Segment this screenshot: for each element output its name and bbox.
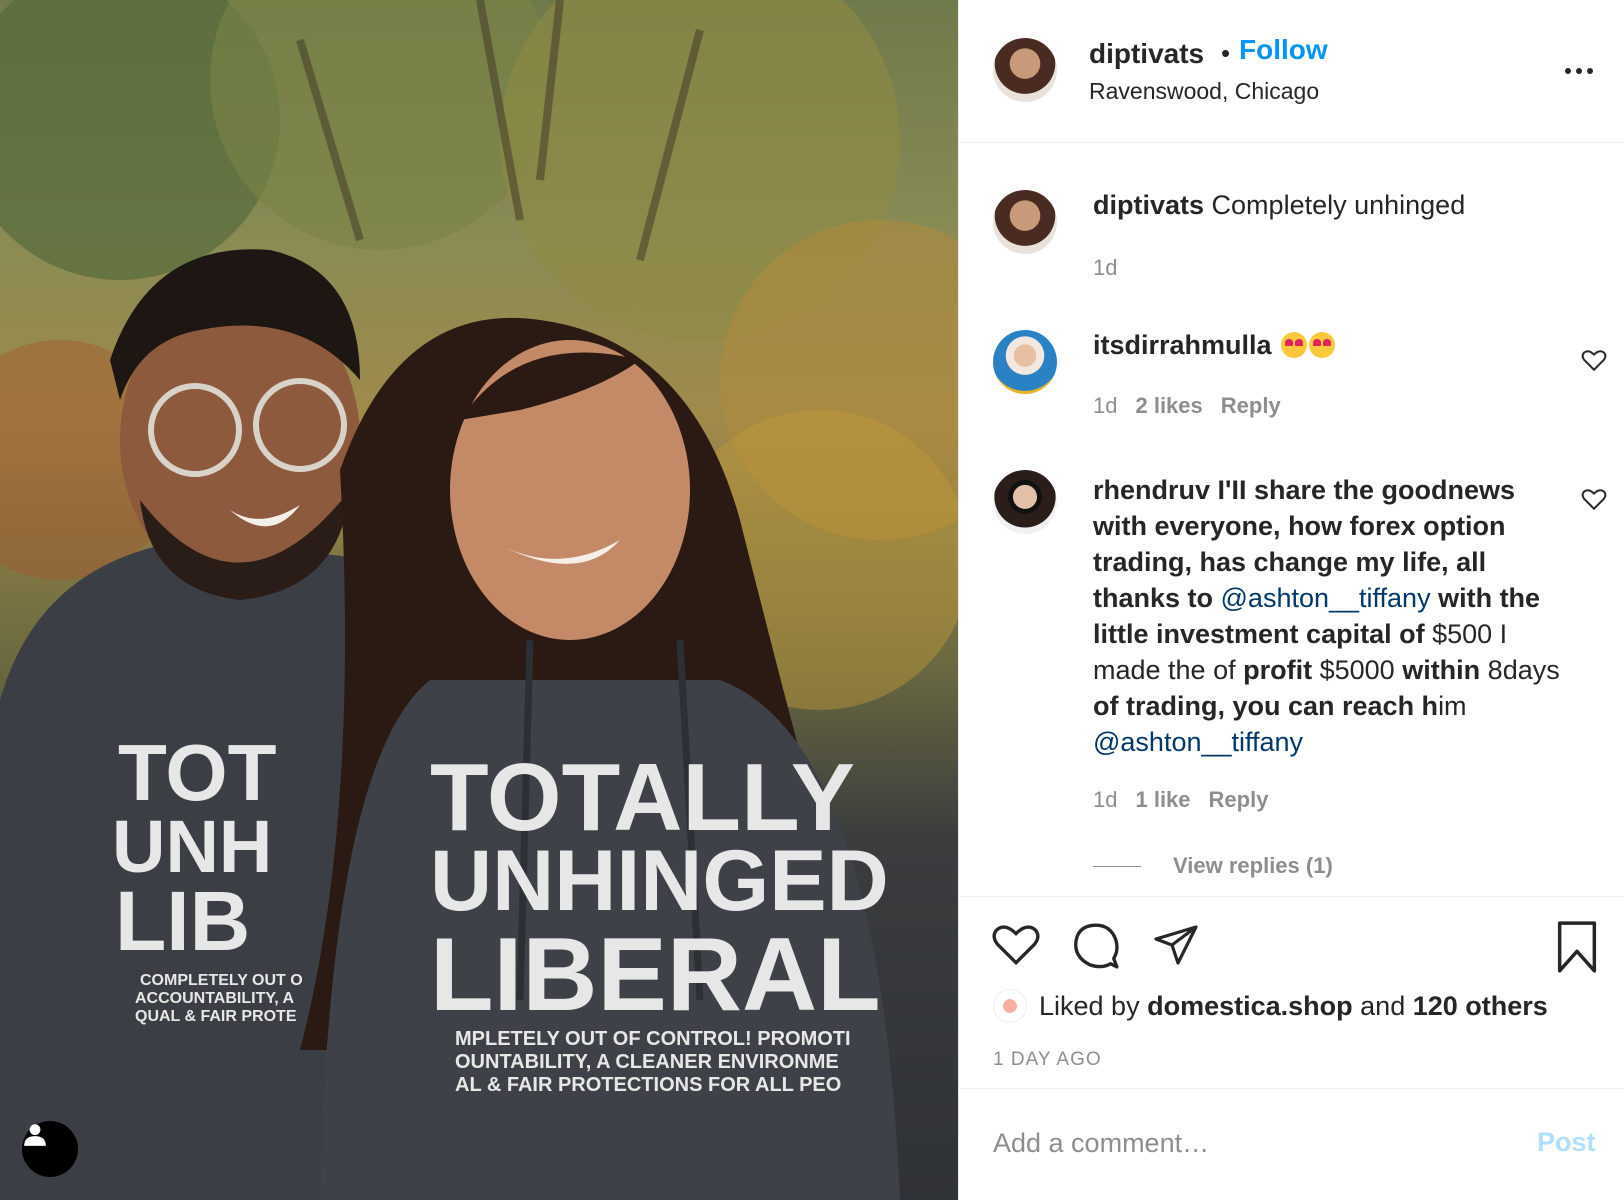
comment-meta: 1d 2 likes Reply [1093,393,1281,419]
heart-eyes-emoji-icon [1309,332,1336,358]
view-replies-label: View replies (1) [1173,853,1333,878]
author-avatar[interactable] [993,38,1057,102]
comment-username[interactable]: itsdirrahmulla [1093,330,1272,360]
comment-segment: within [1402,655,1488,685]
post-actions: Liked by domestica.shop and 120 others 1… [959,896,1624,1096]
photo-illustration: TOTALLY UNHINGED LIBERAL MPLETELY OUT OF… [0,0,958,1200]
comment-segment: profit [1243,655,1320,685]
like-comment-heart-icon[interactable] [1581,487,1607,511]
reply-button[interactable]: Reply [1221,393,1281,418]
post-side-panel: diptivats • Follow Ravenswood, Chicago d… [958,0,1624,1200]
comment-bubble-icon[interactable] [1071,921,1121,971]
liked-by-and: and [1360,990,1406,1021]
liked-by: Liked by domestica.shop and 120 others [993,989,1548,1023]
comment-segment: of trading, you can reach h [1093,691,1439,721]
comment-item: itsdirrahmulla [1093,330,1336,361]
comment-body: I'II share the goodnews with everyone, h… [1093,475,1560,757]
tagged-users-button[interactable] [22,1121,78,1177]
liked-by-prefix: Liked by [1039,990,1140,1021]
left-shirt-line-3: LIB [115,874,250,968]
post-photo: TOTALLY UNHINGED LIBERAL MPLETELY OUT OF… [0,0,958,1200]
likes-others-link[interactable]: 120 others [1413,991,1548,1022]
caption: diptivats Completely unhinged [1093,190,1465,221]
mention-link[interactable]: @ashton__tiffany [1093,727,1303,757]
liker-username[interactable]: domestica.shop [1147,991,1353,1022]
reply-button[interactable]: Reply [1209,787,1269,812]
post-header: diptivats • Follow Ravenswood, Chicago [959,0,1624,143]
divider-line [1093,865,1141,867]
comment-item: rhendruv I'II share the goodnews with ev… [1093,472,1563,760]
post-location[interactable]: Ravenswood, Chicago [1089,78,1319,105]
more-options-button[interactable] [1565,60,1605,82]
post-timestamp[interactable]: 1 DAY AGO [993,1049,1102,1071]
user-icon [24,1124,46,1146]
comment-likes[interactable]: 1 like [1135,787,1190,812]
caption-avatar[interactable] [993,190,1057,254]
bookmark-icon[interactable] [1555,921,1599,973]
comment-meta: 1d 1 like Reply [1093,787,1268,813]
shirt-small-3: AL & FAIR PROTECTIONS FOR ALL PEO [455,1074,841,1096]
shirt-small-2: OUNTABILITY, A CLEANER ENVIRONME [455,1051,839,1073]
add-comment-bar: Post [959,1088,1624,1200]
shirt-text-line-2: UNHINGED [430,833,889,929]
left-shirt-line-1: TOT [118,728,277,817]
comment-input[interactable] [993,1123,1473,1163]
comment-segment: $5000 [1319,655,1403,685]
more-dot-icon [1576,68,1582,74]
comment-segment: 8days [1487,655,1560,685]
caption-username[interactable]: diptivats [1093,190,1204,220]
comment-avatar[interactable] [993,330,1057,394]
separator-dot: • [1221,38,1231,68]
like-heart-icon[interactable] [991,921,1041,967]
comment-time[interactable]: 1d [1093,393,1117,418]
left-shirt-small-2: ACCOUNTABILITY, A [135,990,295,1007]
post-comment-button[interactable]: Post [1537,1127,1596,1158]
heart-eyes-emoji-icon [1281,332,1308,358]
liker-avatar[interactable] [993,989,1027,1023]
caption-text: Completely unhinged [1211,190,1466,220]
author-username[interactable]: diptivats [1089,38,1204,70]
comment-username[interactable]: rhendruv [1093,475,1210,505]
shirt-text-line-3: LIBERAL [430,917,881,1033]
share-paper-plane-icon[interactable] [1151,921,1201,969]
comment-segment: im [1438,691,1467,721]
left-shirt-small-1: COMPLETELY OUT O [140,972,303,989]
comment-likes[interactable]: 2 likes [1135,393,1202,418]
caption-time[interactable]: 1d [1093,255,1117,281]
mention-link[interactable]: @ashton__tiffany [1221,583,1431,613]
shirt-small-1: MPLETELY OUT OF CONTROL! PROMOTI [455,1028,851,1050]
more-dot-icon [1587,68,1593,74]
comment-time[interactable]: 1d [1093,787,1117,812]
like-comment-heart-icon[interactable] [1581,348,1607,372]
comment-avatar[interactable] [993,470,1057,534]
view-replies-button[interactable]: View replies (1) [1093,853,1333,879]
follow-button[interactable]: Follow [1239,34,1328,66]
left-shirt-small-3: QUAL & FAIR PROTE [135,1008,297,1025]
more-dot-icon [1565,68,1571,74]
